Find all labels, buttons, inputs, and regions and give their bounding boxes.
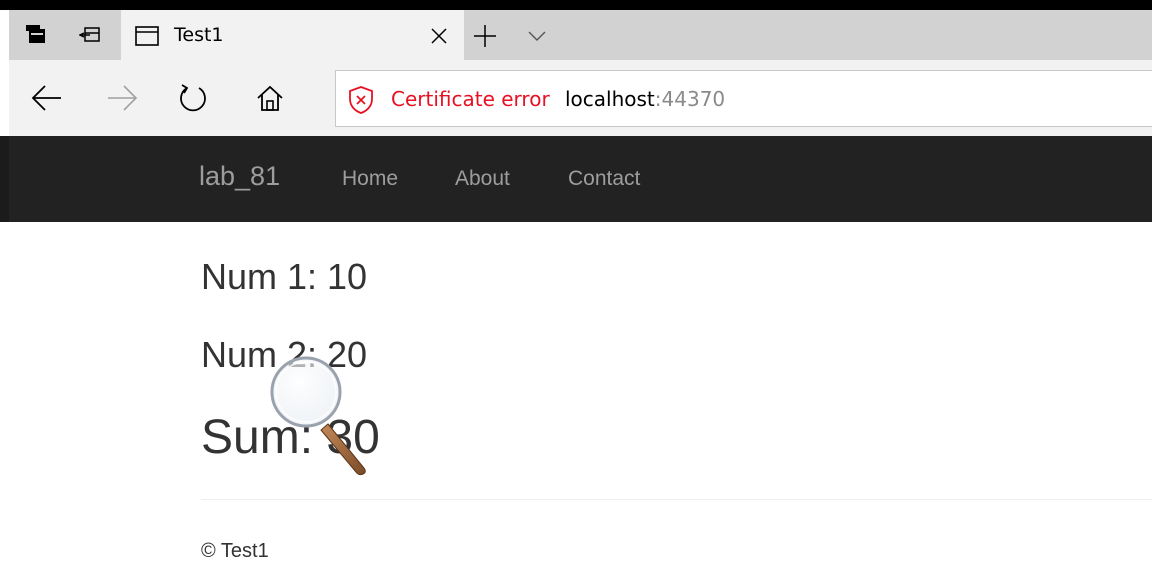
arrow-left-icon[interactable] (29, 80, 65, 116)
window-top-border (0, 0, 1152, 10)
nav-about[interactable]: About (455, 167, 510, 191)
content-divider (201, 499, 1152, 500)
site-brand[interactable]: lab_81 (199, 161, 280, 192)
show-tabs-icon[interactable] (75, 20, 105, 50)
tab-test1[interactable]: Test1 (121, 10, 464, 60)
shield-error-icon[interactable] (348, 85, 374, 120)
tab-strip: Test1 (9, 10, 1152, 60)
nav-home[interactable]: Home (342, 167, 398, 191)
chevron-down-icon[interactable] (525, 24, 549, 48)
close-icon[interactable] (427, 24, 451, 48)
url-host: localhost (565, 87, 655, 111)
page-icon (135, 26, 159, 51)
browser-window: Test1 Certificate error localhost:44370 … (0, 0, 1152, 566)
plus-icon[interactable] (469, 22, 501, 50)
nav-contact[interactable]: Contact (568, 167, 640, 191)
num1-text: Num 1: 10 (201, 256, 368, 297)
magnifier-cursor-icon (266, 352, 376, 476)
url-port: :44370 (654, 87, 726, 111)
address-bar[interactable]: Certificate error localhost:44370 (335, 70, 1152, 127)
browser-toolbar: Certificate error localhost:44370 (9, 60, 1152, 136)
footer-copyright: © Test1 (201, 540, 269, 562)
site-navbar: lab_81 Home About Contact (9, 136, 1152, 222)
tab-title: Test1 (174, 24, 224, 46)
url-text[interactable]: localhost:44370 (565, 87, 725, 111)
certificate-error-label[interactable]: Certificate error (391, 87, 550, 111)
set-aside-tabs-icon[interactable] (21, 20, 51, 50)
window-left-edge (0, 136, 9, 222)
home-icon[interactable] (252, 80, 288, 116)
refresh-icon[interactable] (175, 80, 211, 116)
arrow-right-icon[interactable] (104, 80, 140, 116)
